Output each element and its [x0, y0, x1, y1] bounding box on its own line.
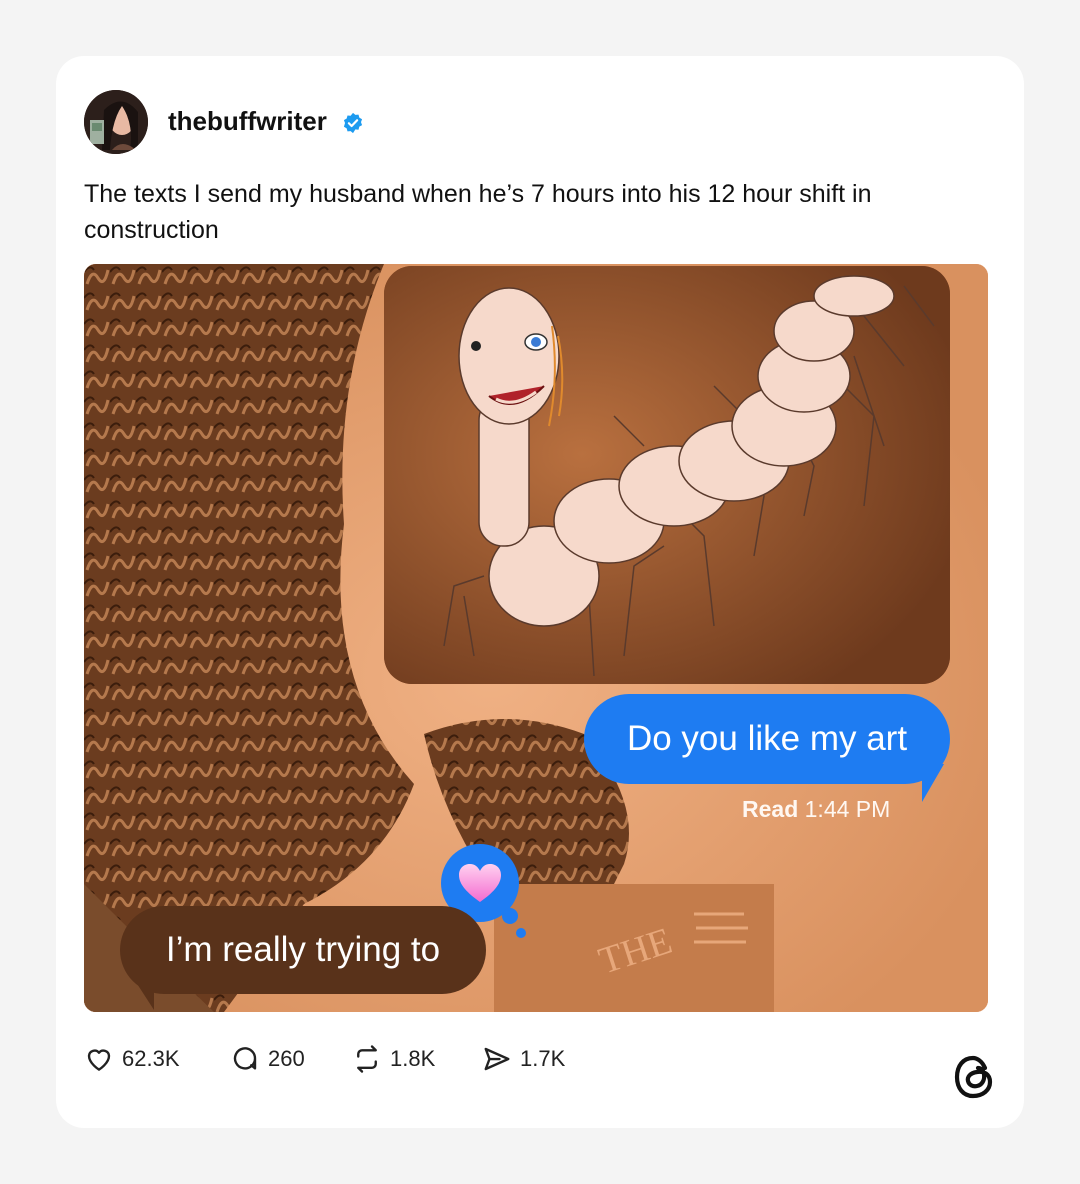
heart-icon	[87, 1049, 111, 1071]
read-label: Read	[742, 796, 799, 822]
reply-count: 260	[268, 1046, 305, 1071]
avatar-image	[84, 90, 148, 154]
reply-icon	[233, 1047, 257, 1070]
verified-badge-icon	[343, 112, 363, 134]
share-count: 1.7K	[520, 1046, 566, 1071]
read-time: 1:44 PM	[804, 796, 891, 822]
share-button[interactable]: 1.7K	[482, 1042, 565, 1076]
repost-button[interactable]: 1.8K	[352, 1042, 435, 1076]
like-button[interactable]: 62.3K	[84, 1042, 180, 1076]
reaction-dot-large	[502, 908, 518, 924]
received-message-bubble: I’m really trying to	[120, 906, 486, 994]
post-caption: The texts I send my husband when he’s 7 …	[84, 180, 872, 244]
reaction-dot-small	[516, 928, 526, 938]
repost-icon	[357, 1045, 377, 1073]
username[interactable]: thebuffwriter	[168, 106, 327, 137]
read-receipt: Read 1:44 PM	[742, 796, 890, 823]
post-media[interactable]: THE Do you like my art Read 1:44 PM I’m …	[84, 264, 988, 1012]
post-card: thebuffwriter The texts I send my husban…	[56, 56, 1024, 1128]
sent-message-bubble: Do you like my art	[584, 694, 950, 784]
art-attachment[interactable]	[384, 266, 950, 684]
repost-count: 1.8K	[390, 1046, 436, 1071]
like-count: 62.3K	[122, 1046, 180, 1071]
centipede-drawing	[384, 266, 950, 684]
reply-button[interactable]: 260	[230, 1042, 305, 1076]
threads-logo-icon[interactable]	[952, 1054, 996, 1100]
sent-bubble-tail	[922, 764, 944, 802]
avatar[interactable]	[84, 90, 148, 154]
received-bubble-tail	[132, 976, 154, 1010]
share-icon	[484, 1047, 510, 1071]
